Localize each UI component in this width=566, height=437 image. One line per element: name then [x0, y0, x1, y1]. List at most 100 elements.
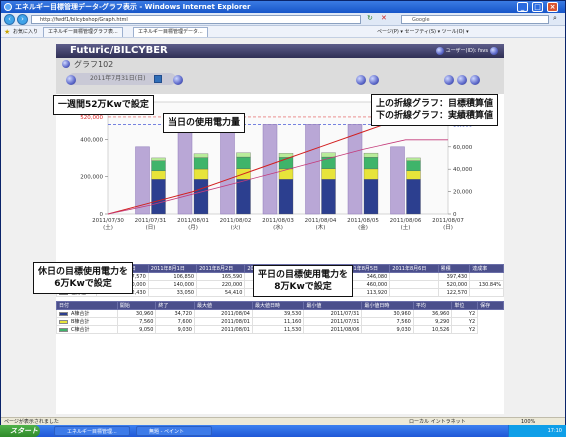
x-day-label: (日): [146, 224, 156, 231]
table-cell: 7,560: [116, 317, 157, 326]
column-header[interactable]: 累積: [437, 264, 471, 273]
column-header[interactable]: 最大値日時: [251, 301, 305, 310]
user-icon[interactable]: [436, 47, 444, 55]
favorites-label[interactable]: お気に入り: [13, 26, 38, 38]
callout-weekly: 一週間52万Kwで設定: [53, 95, 154, 115]
nav-button-1[interactable]: [369, 75, 379, 85]
table-cell: [469, 272, 504, 281]
column-header[interactable]: 2011年8月1日: [147, 264, 198, 273]
stop-icon[interactable]: ✕: [381, 14, 387, 22]
task-paint[interactable]: 無題 - ペイント: [136, 426, 212, 436]
column-header[interactable]: 日付: [56, 301, 118, 310]
graph-icon: [62, 60, 70, 68]
x-day-label: (月): [188, 224, 198, 231]
column-header[interactable]: 2011年8月6日: [389, 264, 439, 273]
table-row: A棟合計 30,960 34,720 2011/08/04 39,530 2011/07/…: [56, 309, 504, 318]
toolbar-right[interactable]: ページ(P) ▾ セーフティ(S) ▾ ツール(O) ▾: [377, 26, 469, 38]
search-input[interactable]: Google: [401, 15, 549, 24]
target-bar: [347, 124, 363, 215]
x-tick-label: 2011/08/01: [177, 218, 209, 224]
legend-swatch: [59, 311, 68, 316]
callout-today: 当日の使用電力量: [163, 113, 246, 133]
x-day-label: (火): [231, 225, 241, 231]
x-day-label: (水): [273, 223, 283, 231]
usage-bar-segment: [151, 157, 166, 161]
column-header[interactable]: 最大値: [193, 301, 253, 310]
usage-bar-segment: [363, 152, 379, 158]
tab-data[interactable]: エネルギー目標管理データ...: [133, 27, 208, 37]
x-day-label: (金): [358, 223, 368, 231]
callout-holiday: 休日の目標使用電力を 6万Kwで設定: [33, 262, 134, 294]
start-button[interactable]: スタート: [0, 425, 40, 437]
nav-button-3[interactable]: [457, 75, 467, 85]
callout-holiday-1: 休日の目標使用電力を: [38, 267, 129, 277]
maximize-button[interactable]: □: [532, 2, 543, 12]
table-cell: 39,530: [251, 309, 305, 318]
callout-lines: 上の折線グラフ：目標積算値 下の折線グラフ：実績積算値: [371, 94, 499, 126]
usage-bar-segment: [321, 152, 336, 158]
table-cell: 11,530: [251, 325, 305, 334]
forward-icon[interactable]: ›: [17, 14, 28, 25]
legend-swatch: [59, 327, 68, 332]
table-cell: 220,000: [196, 280, 246, 289]
nav-button-4[interactable]: [470, 75, 480, 85]
graph-title: グラフ102: [74, 60, 114, 69]
column-header[interactable]: 平均: [412, 301, 453, 310]
table-cell: 9,030: [361, 325, 414, 334]
y-right-tick-label: 40,000: [453, 167, 473, 173]
x-tick-label: 2011/08/05: [347, 218, 379, 224]
y-left-tick-label: 520,000: [80, 115, 103, 121]
column-header[interactable]: 単位: [451, 301, 479, 310]
x-tick-label: 2011/08/06: [390, 218, 422, 224]
column-header[interactable]: 開始: [116, 301, 157, 310]
x-tick-label: 2011/08/07: [432, 218, 464, 224]
search-icon[interactable]: ⌕: [553, 14, 557, 23]
prev-date-button[interactable]: [66, 75, 76, 85]
x-day-label: (日): [443, 224, 453, 231]
logout-icon[interactable]: [490, 47, 498, 55]
column-header[interactable]: 最小値日時: [361, 301, 414, 310]
x-tick-label: 2011/08/02: [220, 218, 252, 224]
column-header[interactable]: 最小値: [303, 301, 363, 310]
calendar-icon[interactable]: [154, 75, 162, 83]
table-cell: [469, 288, 504, 297]
row-label: A棟合計: [56, 309, 118, 318]
table-cell: 7,600: [155, 317, 195, 326]
column-header[interactable]: 2011年8月2日: [196, 264, 246, 273]
nav-button-2[interactable]: [444, 75, 454, 85]
help-button[interactable]: [356, 75, 366, 85]
refresh-icon[interactable]: ↻: [367, 14, 373, 22]
back-icon[interactable]: ‹: [4, 14, 15, 25]
table-cell: 54,410: [196, 288, 246, 297]
legend-swatch: [59, 319, 68, 324]
usage-bar-segment: [278, 179, 294, 215]
column-header[interactable]: 達成率: [469, 264, 504, 273]
y-left-tick-label: 200,000: [80, 175, 103, 181]
row-label: C棟合計: [56, 325, 118, 334]
next-date-button[interactable]: [173, 75, 183, 85]
table-cell: 165,590: [196, 272, 246, 281]
table-row: C棟合計 9,050 9,030 2011/08/01 11,530 2011/08/06…: [56, 325, 504, 334]
usage-bar-segment: [193, 157, 209, 170]
usage-bar-segment: [151, 179, 166, 215]
target-bar: [177, 124, 193, 215]
star-icon[interactable]: ★: [4, 26, 10, 38]
task-ie[interactable]: エネルギー目標管理...: [54, 426, 130, 436]
column-header[interactable]: 終了: [155, 301, 195, 310]
usage-bar-segment: [193, 179, 209, 215]
usage-bar-segment: [321, 179, 336, 215]
close-button[interactable]: ×: [547, 2, 558, 12]
table-cell: [389, 272, 439, 281]
column-header[interactable]: 保存: [477, 301, 504, 310]
address-input[interactable]: http://fwdf1/bilcybshop/Graph.html: [31, 15, 361, 24]
page-content: Futuric/BILCYBER ユーザー(ID): fsvs グラフ102 2…: [1, 38, 565, 417]
tab-graph[interactable]: エネルギー目標管理グラフ表...: [43, 27, 123, 37]
usage-bar-segment: [151, 170, 166, 180]
table-cell: 106,850: [147, 272, 198, 281]
row-label: B棟合計: [56, 317, 118, 326]
table-cell: Y2: [451, 317, 479, 326]
x-day-label: (土): [401, 223, 411, 231]
usage-bar-segment: [406, 157, 421, 161]
minimize-button[interactable]: _: [517, 2, 528, 12]
table-cell: 140,000: [147, 280, 198, 289]
